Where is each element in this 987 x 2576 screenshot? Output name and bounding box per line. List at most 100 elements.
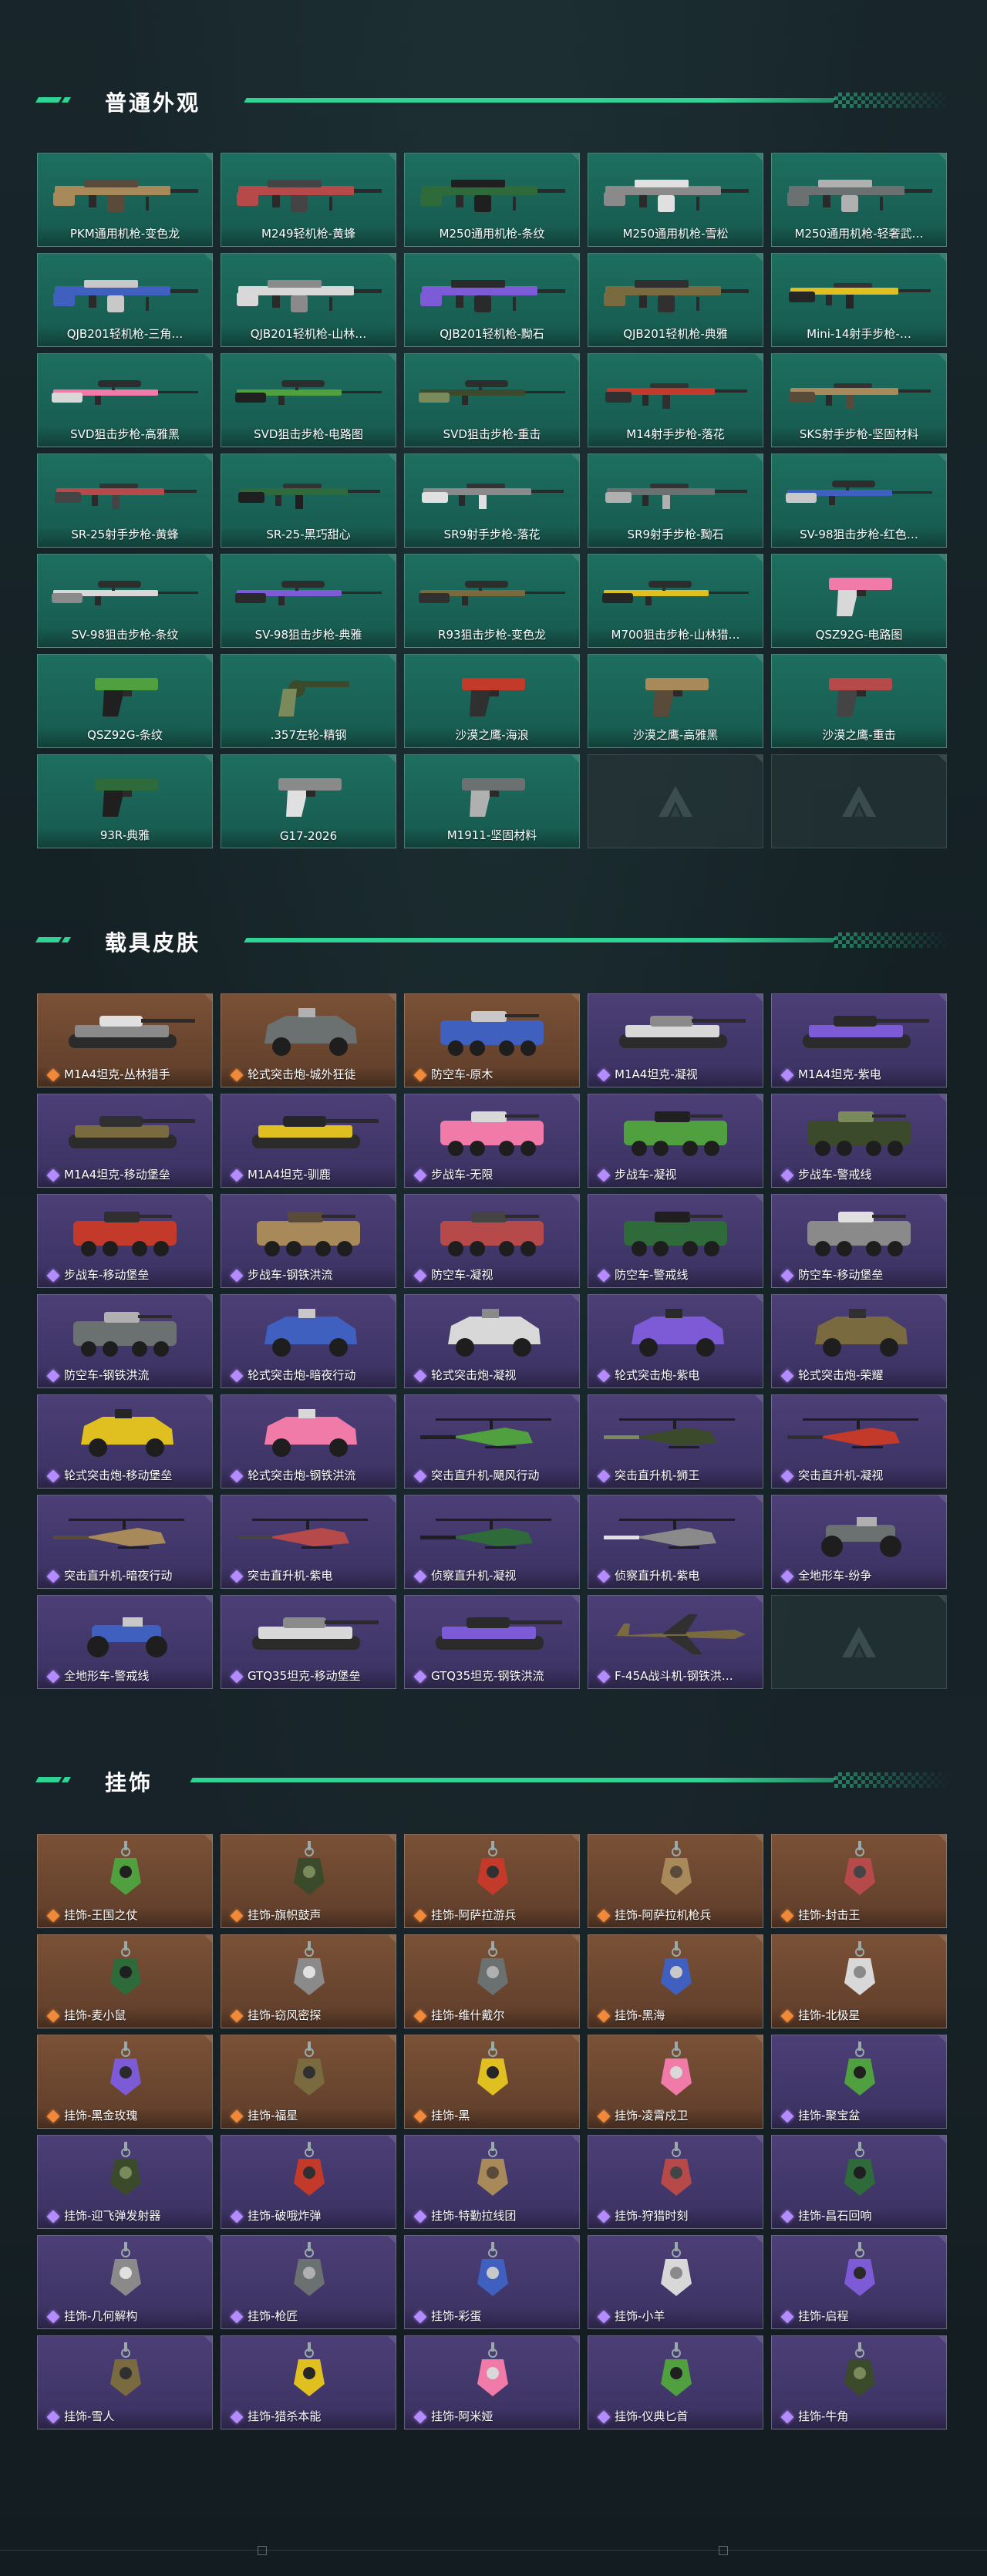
vehicle-skin-card[interactable]: 轮式突击炮-凝视 [404, 1294, 580, 1388]
weapon-skin-card[interactable]: SVD狙击步枪-重击 [404, 353, 580, 447]
weapon-skin-card[interactable]: M14射手步枪-落花 [588, 353, 763, 447]
charm-card[interactable]: 挂饰-彩蛋 [404, 2235, 580, 2329]
weapon-skin-card[interactable]: QSZ92G-电路图 [771, 554, 947, 648]
weapon-skin-card[interactable]: QJB201轻机枪-典雅 [588, 253, 763, 347]
charm-card[interactable]: 挂饰-阿萨拉游兵 [404, 1834, 580, 1928]
charm-card[interactable]: 挂饰-黑 [404, 2035, 580, 2129]
weapon-skin-card[interactable]: R93狙击步枪-变色龙 [404, 554, 580, 648]
weapon-skin-card[interactable]: M250通用机枪-雪松 [588, 153, 763, 247]
weapon-skin-card[interactable]: SVD狙击步枪-电路图 [221, 353, 396, 447]
charm-card[interactable]: 挂饰-迎飞弹发射器 [37, 2135, 213, 2229]
vehicle-skin-card[interactable]: M1A4坦克-丛林猎手 [37, 993, 213, 1087]
vehicle-skin-card[interactable]: 轮式突击炮-暗夜行动 [221, 1294, 396, 1388]
charm-card[interactable]: 挂饰-猎杀本能 [221, 2335, 396, 2429]
vehicle-skin-card[interactable]: 侦察直升机-紫电 [588, 1495, 763, 1589]
charm-card[interactable]: 挂饰-凌霄戍卫 [588, 2035, 763, 2129]
weapon-skin-card[interactable]: SR9射手步枪-落花 [404, 453, 580, 548]
weapon-skin-card[interactable]: QJB201轻机枪-山林… [221, 253, 396, 347]
vehicle-skin-card[interactable]: M1A4坦克-驯鹿 [221, 1094, 396, 1188]
charm-card[interactable]: 挂饰-封击王 [771, 1834, 947, 1928]
vehicle-skin-label: 全地形车-警戒线 [64, 1669, 150, 1683]
weapon-skin-card[interactable]: SVD狙击步枪-高雅黑 [37, 353, 213, 447]
charm-card[interactable]: 挂饰-狩猎时刻 [588, 2135, 763, 2229]
card-corner-accent [388, 755, 396, 763]
weapon-skin-card[interactable]: M250通用机枪-轻奢武… [771, 153, 947, 247]
weapon-skin-card[interactable]: PKM通用机枪-变色龙 [37, 153, 213, 247]
weapon-skin-card[interactable]: SR-25-黑巧甜心 [221, 453, 396, 548]
vehicle-skin-card[interactable]: GTQ35坦克-钢铁洪流 [404, 1595, 580, 1689]
weapon-skin-card[interactable]: 沙漠之鹰-重击 [771, 654, 947, 748]
vehicle-skin-card[interactable]: M1A4坦克-移动堡垒 [37, 1094, 213, 1188]
charm-card[interactable]: 挂饰-黑金玫瑰 [37, 2035, 213, 2129]
vehicle-skin-card[interactable]: GTQ35坦克-移动堡垒 [221, 1595, 396, 1689]
vehicle-skin-card[interactable]: 防空车-移动堡垒 [771, 1194, 947, 1288]
weapon-skin-card[interactable]: QJB201轻机枪-黝石 [404, 253, 580, 347]
charm-card[interactable]: 挂饰-牛角 [771, 2335, 947, 2429]
weapon-skin-card[interactable]: SR-25射手步枪-黄蜂 [37, 453, 213, 548]
charm-card[interactable]: 挂饰-维什戴尔 [404, 1934, 580, 2028]
charm-card[interactable]: 挂饰-北极星 [771, 1934, 947, 2028]
charm-card[interactable]: 挂饰-福星 [221, 2035, 396, 2129]
vehicle-skin-card[interactable]: 步战车-钢铁洪流 [221, 1194, 396, 1288]
vehicle-skin-card[interactable]: 突击直升机-狮王 [588, 1394, 763, 1489]
charm-card[interactable]: 挂饰-破哦炸弹 [221, 2135, 396, 2229]
charm-card[interactable]: 挂饰-阿米娅 [404, 2335, 580, 2429]
vehicle-skin-card[interactable]: 轮式突击炮-移动堡垒 [37, 1394, 213, 1489]
weapon-skin-card[interactable]: QSZ92G-条纹 [37, 654, 213, 748]
charm-card[interactable]: 挂饰-王国之仗 [37, 1834, 213, 1928]
charm-card[interactable]: 挂饰-麦小鼠 [37, 1934, 213, 2028]
charm-card[interactable]: 挂饰-窃风密探 [221, 1934, 396, 2028]
charm-card[interactable]: 挂饰-阿萨拉机枪兵 [588, 1834, 763, 1928]
vehicle-skin-card[interactable]: M1A4坦克-紫电 [771, 993, 947, 1087]
vehicle-skin-card[interactable]: 全地形车-纷争 [771, 1495, 947, 1589]
weapon-skin-card[interactable]: 沙漠之鹰-高雅黑 [588, 654, 763, 748]
charm-card[interactable]: 挂饰-启程 [771, 2235, 947, 2329]
vehicle-skin-card[interactable]: 轮式突击炮-钢铁洪流 [221, 1394, 396, 1489]
vehicle-skin-card[interactable]: 步战车-凝视 [588, 1094, 763, 1188]
charm-card[interactable]: 挂饰-特勤拉线团 [404, 2135, 580, 2229]
charm-card[interactable]: 挂饰-枪匠 [221, 2235, 396, 2329]
charm-card[interactable]: 挂饰-聚宝盆 [771, 2035, 947, 2129]
vehicle-skin-card[interactable]: 防空车-凝视 [404, 1194, 580, 1288]
charm-card[interactable]: 挂饰-昌石回响 [771, 2135, 947, 2229]
weapon-skin-card[interactable]: SV-98狙击步枪-条纹 [37, 554, 213, 648]
vehicle-skin-card[interactable]: 轮式突击炮-城外狂徒 [221, 993, 396, 1087]
weapon-skin-card[interactable]: SV-98狙击步枪-红色… [771, 453, 947, 548]
vehicle-skin-card[interactable]: 防空车-原木 [404, 993, 580, 1087]
weapon-skin-card[interactable]: SKS射手步枪-坚固材料 [771, 353, 947, 447]
vehicle-skin-card[interactable]: 侦察直升机-凝视 [404, 1495, 580, 1589]
vehicle-skin-label: 突击直升机-狮王 [615, 1468, 700, 1482]
vehicle-skin-card[interactable]: 轮式突击炮-荣耀 [771, 1294, 947, 1388]
weapon-skin-card[interactable]: G17-2026 [221, 754, 396, 848]
vehicle-skin-card[interactable]: 突击直升机-暗夜行动 [37, 1495, 213, 1589]
vehicle-skin-card[interactable]: 步战车-无限 [404, 1094, 580, 1188]
weapon-skin-card[interactable]: QJB201轻机枪-三角… [37, 253, 213, 347]
weapon-skin-card[interactable]: M700狙击步枪-山林猎… [588, 554, 763, 648]
charm-card[interactable]: 挂饰-仪典匕首 [588, 2335, 763, 2429]
vehicle-skin-card[interactable]: 防空车-警戒线 [588, 1194, 763, 1288]
weapon-skin-card[interactable]: M1911-坚固材料 [404, 754, 580, 848]
vehicle-skin-card[interactable]: 突击直升机-凝视 [771, 1394, 947, 1489]
weapon-skin-card[interactable]: .357左轮-精钢 [221, 654, 396, 748]
weapon-skin-card[interactable]: M250通用机枪-条纹 [404, 153, 580, 247]
weapon-skin-card[interactable]: 沙漠之鹰-海浪 [404, 654, 580, 748]
weapon-skin-card[interactable]: 93R-典雅 [37, 754, 213, 848]
charm-card[interactable]: 挂饰-黑海 [588, 1934, 763, 2028]
vehicle-skin-card[interactable]: F-45A战斗机-钢铁洪… [588, 1595, 763, 1689]
vehicle-skin-card[interactable]: 突击直升机-飓风行动 [404, 1394, 580, 1489]
vehicle-skin-card[interactable]: 轮式突击炮-紫电 [588, 1294, 763, 1388]
weapon-skin-card[interactable]: SR9射手步枪-黝石 [588, 453, 763, 548]
charm-card[interactable]: 挂饰-旗帜鼓声 [221, 1834, 396, 1928]
charm-card[interactable]: 挂饰-雪人 [37, 2335, 213, 2429]
vehicle-skin-card[interactable]: M1A4坦克-凝视 [588, 993, 763, 1087]
charm-card[interactable]: 挂饰-小羊 [588, 2235, 763, 2329]
weapon-skin-card[interactable]: Mini-14射手步枪-… [771, 253, 947, 347]
vehicle-skin-card[interactable]: 防空车-钢铁洪流 [37, 1294, 213, 1388]
charm-card[interactable]: 挂饰-几何解构 [37, 2235, 213, 2329]
weapon-skin-card[interactable]: M249轻机枪-黄蜂 [221, 153, 396, 247]
vehicle-skin-card[interactable]: 突击直升机-紫电 [221, 1495, 396, 1589]
vehicle-skin-card[interactable]: 步战车-移动堡垒 [37, 1194, 213, 1288]
vehicle-skin-card[interactable]: 全地形车-警戒线 [37, 1595, 213, 1689]
vehicle-skin-card[interactable]: 步战车-警戒线 [771, 1094, 947, 1188]
weapon-skin-card[interactable]: SV-98狙击步枪-典雅 [221, 554, 396, 648]
